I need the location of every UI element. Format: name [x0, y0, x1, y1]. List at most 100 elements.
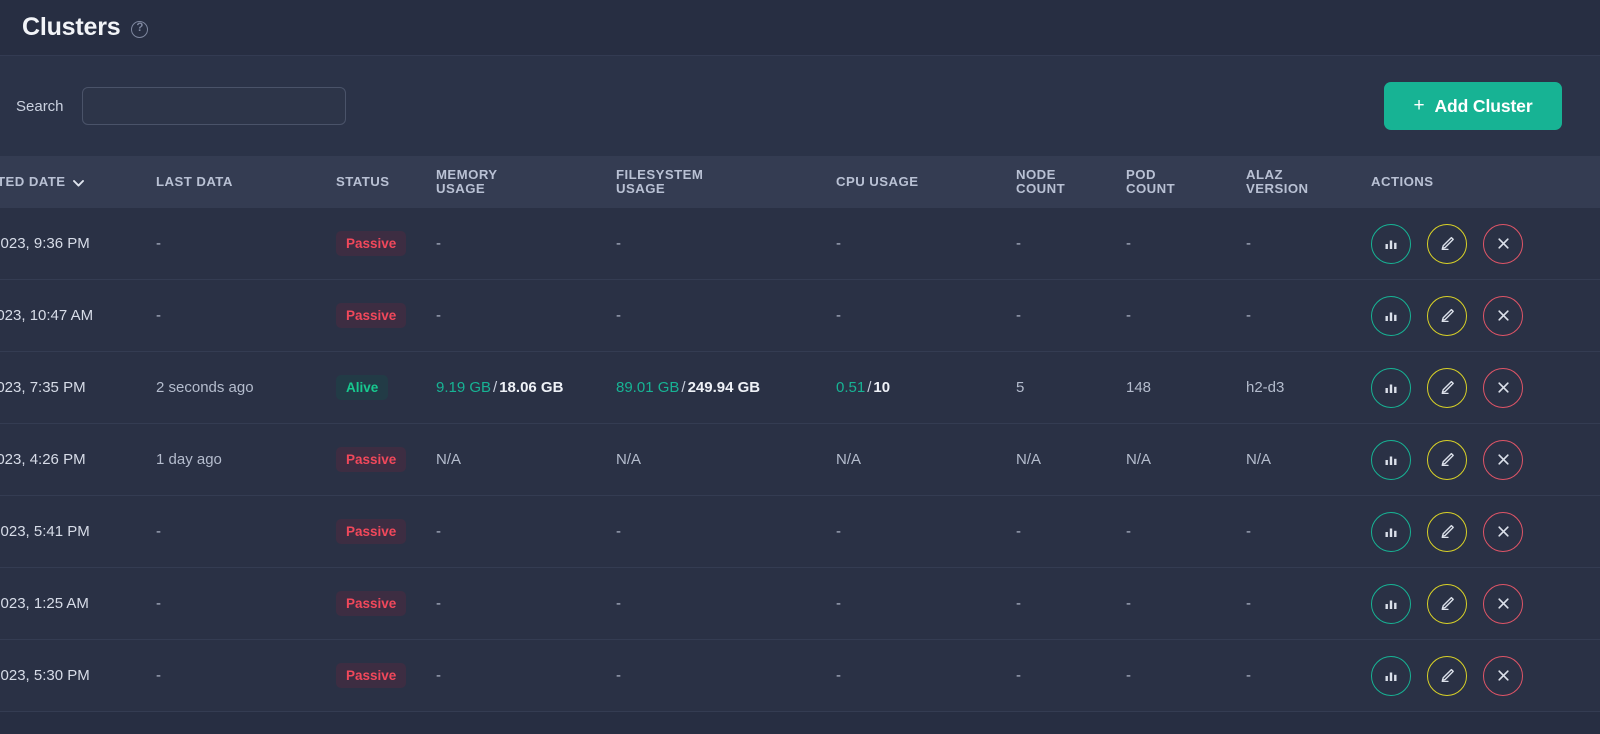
status-badge: Passive [336, 303, 407, 328]
cell-last-data: 2 seconds ago [156, 379, 254, 396]
column-label-line2: COUNT [1126, 181, 1176, 196]
metrics-button[interactable] [1371, 439, 1411, 480]
table-row[interactable]: 2023, 10:47 AM - Passive - - - - - - [0, 280, 1600, 352]
cell-cpu-usage: N/A [836, 451, 862, 468]
delete-button[interactable] [1483, 439, 1523, 480]
cell-pod-count: 148 [1126, 379, 1152, 396]
page-titlebar: Clusters ? [0, 0, 1600, 56]
cell-cpu-usage-total: 10 [873, 379, 891, 396]
table-row[interactable]: /2023, 1:25 AM - Passive - - - - - - [0, 568, 1600, 640]
edit-button[interactable] [1427, 583, 1467, 624]
cell-node-count: - [1016, 595, 1021, 612]
metrics-button[interactable] [1371, 223, 1411, 264]
column-header-cpu-usage[interactable]: CPU USAGE [836, 174, 1016, 190]
cell-status: Alive [336, 375, 436, 400]
cell-filesystem-usage-used: 89.01 GB [616, 379, 680, 396]
clusters-table: ATED DATE LAST DATA STATUS MEMORY USAGE … [0, 156, 1600, 712]
question-circle-icon[interactable]: ? [131, 20, 149, 38]
cell-last-data: - [156, 235, 161, 252]
cell-memory-usage-used: 9.19 GB [436, 379, 492, 396]
column-header-created-date[interactable]: ATED DATE [0, 173, 156, 190]
bar-chart-icon [1383, 668, 1399, 684]
pencil-icon [1439, 523, 1456, 540]
usage-separator: / [681, 379, 686, 396]
cell-filesystem-usage: - [616, 523, 621, 540]
cell-alaz-version: - [1246, 235, 1251, 252]
cell-pod-count: - [1126, 595, 1131, 612]
metrics-button[interactable] [1371, 655, 1411, 696]
chevron-down-icon[interactable] [72, 179, 84, 187]
status-badge: Passive [336, 591, 407, 616]
cell-actions [1371, 511, 1600, 552]
cell-status: Passive [336, 447, 436, 472]
column-header-alaz-version[interactable]: ALAZ VERSION [1246, 167, 1371, 197]
table-row[interactable]: /2023, 5:30 PM - Passive - - - - - - [0, 640, 1600, 712]
table-row[interactable]: /2023, 9:36 PM - Passive - - - - - - [0, 208, 1600, 280]
cell-cpu-usage: - [836, 307, 841, 324]
cell-memory-usage: - [436, 595, 441, 612]
cell-created-date: /2023, 5:41 PM [0, 523, 90, 540]
cell-alaz-version: - [1246, 307, 1251, 324]
edit-button[interactable] [1427, 655, 1467, 696]
status-badge: Passive [336, 663, 407, 688]
table-row[interactable]: 2023, 4:26 PM 1 day ago Passive N/A N/A N/A N/… [0, 424, 1600, 496]
cell-pod-count: - [1126, 235, 1131, 252]
metrics-button[interactable] [1371, 295, 1411, 336]
search-label: Search [16, 97, 64, 115]
cell-alaz-version: - [1246, 667, 1251, 684]
metrics-button[interactable] [1371, 583, 1411, 624]
metrics-button[interactable] [1371, 511, 1411, 552]
edit-button[interactable] [1427, 439, 1467, 480]
column-label: LAST DATA [156, 173, 233, 189]
table-row[interactable]: /2023, 5:41 PM - Passive - - - - - - [0, 496, 1600, 568]
column-label: ATED DATE [0, 173, 66, 189]
column-header-node-count[interactable]: NODE COUNT [1016, 167, 1126, 197]
add-cluster-button[interactable]: + Add Cluster [1384, 82, 1562, 130]
toolbar: Search + Add Cluster [0, 56, 1600, 156]
status-badge: Passive [336, 231, 407, 256]
edit-button[interactable] [1427, 295, 1467, 336]
column-header-filesystem-usage[interactable]: FILESYSTEM USAGE [616, 166, 836, 197]
cell-actions [1371, 223, 1600, 264]
column-label-line1: MEMORY [436, 166, 498, 182]
table-row[interactable]: 2023, 7:35 PM2 seconds agoAlive9.19 GB/1… [0, 352, 1600, 424]
delete-button[interactable] [1483, 223, 1523, 264]
column-label-line1: FILESYSTEM [616, 166, 704, 182]
cell-pod-count: - [1126, 667, 1131, 684]
cell-alaz-version: - [1246, 523, 1251, 540]
search-input[interactable] [81, 87, 346, 125]
cell-filesystem-usage: 89.01 GB/249.94 GB [616, 379, 836, 396]
cell-node-count: - [1016, 307, 1021, 324]
clusters-page: Clusters ? Search + Add Cluster ATED DAT… [0, 0, 1600, 734]
column-header-memory-usage[interactable]: MEMORY USAGE [436, 166, 616, 197]
search-group: Search [16, 87, 346, 125]
cell-actions [1371, 583, 1600, 624]
metrics-button[interactable] [1371, 367, 1411, 408]
cell-cpu-usage-used: 0.51 [836, 379, 866, 396]
delete-button[interactable] [1483, 511, 1523, 552]
cell-created-date: 2023, 10:47 AM [0, 307, 94, 324]
cell-last-data: - [156, 307, 161, 324]
column-label-line2: USAGE [436, 181, 486, 196]
close-x-icon [1496, 668, 1511, 683]
bar-chart-icon [1383, 596, 1399, 612]
cell-cpu-usage: - [836, 667, 841, 684]
page-title: Clusters [22, 13, 121, 41]
cell-last-data: - [156, 595, 161, 612]
cell-memory-usage: - [436, 667, 441, 684]
edit-button[interactable] [1427, 511, 1467, 552]
delete-button[interactable] [1483, 367, 1523, 408]
delete-button[interactable] [1483, 295, 1523, 336]
delete-button[interactable] [1483, 655, 1523, 696]
column-header-status[interactable]: STATUS [336, 174, 436, 190]
cell-filesystem-usage: - [616, 595, 621, 612]
edit-button[interactable] [1427, 223, 1467, 264]
delete-button[interactable] [1483, 583, 1523, 624]
cell-cpu-usage: - [836, 235, 841, 252]
cell-filesystem-usage: N/A [616, 451, 642, 468]
usage-separator: / [867, 379, 872, 396]
column-header-last-data[interactable]: LAST DATA [156, 173, 336, 190]
column-header-pod-count[interactable]: POD COUNT [1126, 167, 1246, 197]
edit-button[interactable] [1427, 367, 1467, 408]
cell-status: Passive [336, 231, 436, 256]
